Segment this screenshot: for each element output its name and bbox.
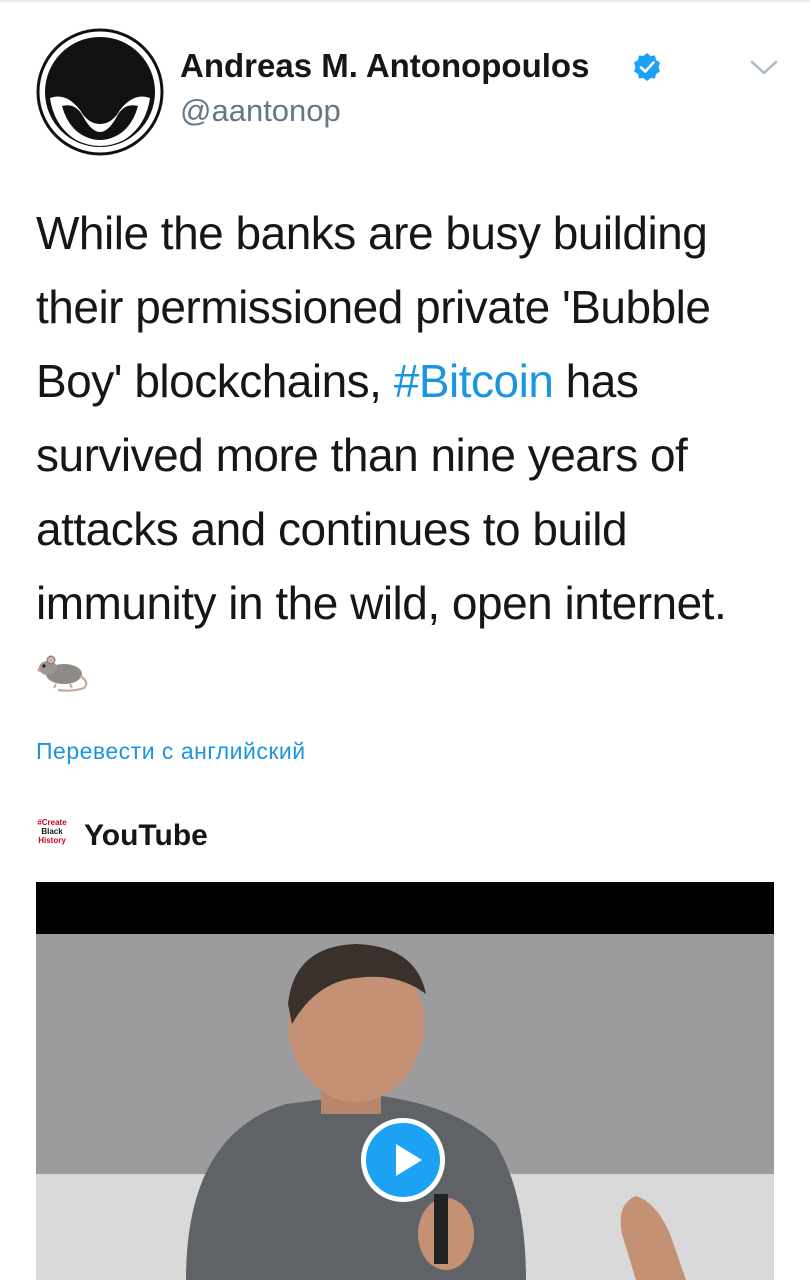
author-handle[interactable]: @aantonop [180, 92, 341, 130]
author-name[interactable]: Andreas M. Antonopoulos [180, 46, 589, 86]
chevron-down-icon[interactable] [750, 60, 778, 76]
channel-logo: #Create Black History [37, 818, 67, 852]
video-thumbnail-image [36, 934, 774, 1280]
card-source[interactable]: YouTube [84, 818, 208, 854]
channel-logo-line-3: History [38, 836, 66, 845]
tweet-text: While the banks are busy building their … [36, 196, 786, 640]
video-player[interactable] [36, 882, 774, 1280]
avatar[interactable] [36, 28, 164, 156]
hashtag-link[interactable]: #Bitcoin [394, 355, 554, 407]
video-thumbnail [36, 934, 774, 1280]
channel-logo-line-2: Black [41, 827, 63, 836]
translate-link[interactable]: Перевести с английский [36, 736, 306, 766]
channel-logo-line-1: #Create [37, 818, 67, 827]
top-divider [0, 0, 810, 2]
rat-emoji-icon [37, 655, 88, 692]
verified-badge-icon [634, 53, 660, 81]
play-icon [396, 1144, 422, 1176]
play-button[interactable] [361, 1118, 445, 1202]
